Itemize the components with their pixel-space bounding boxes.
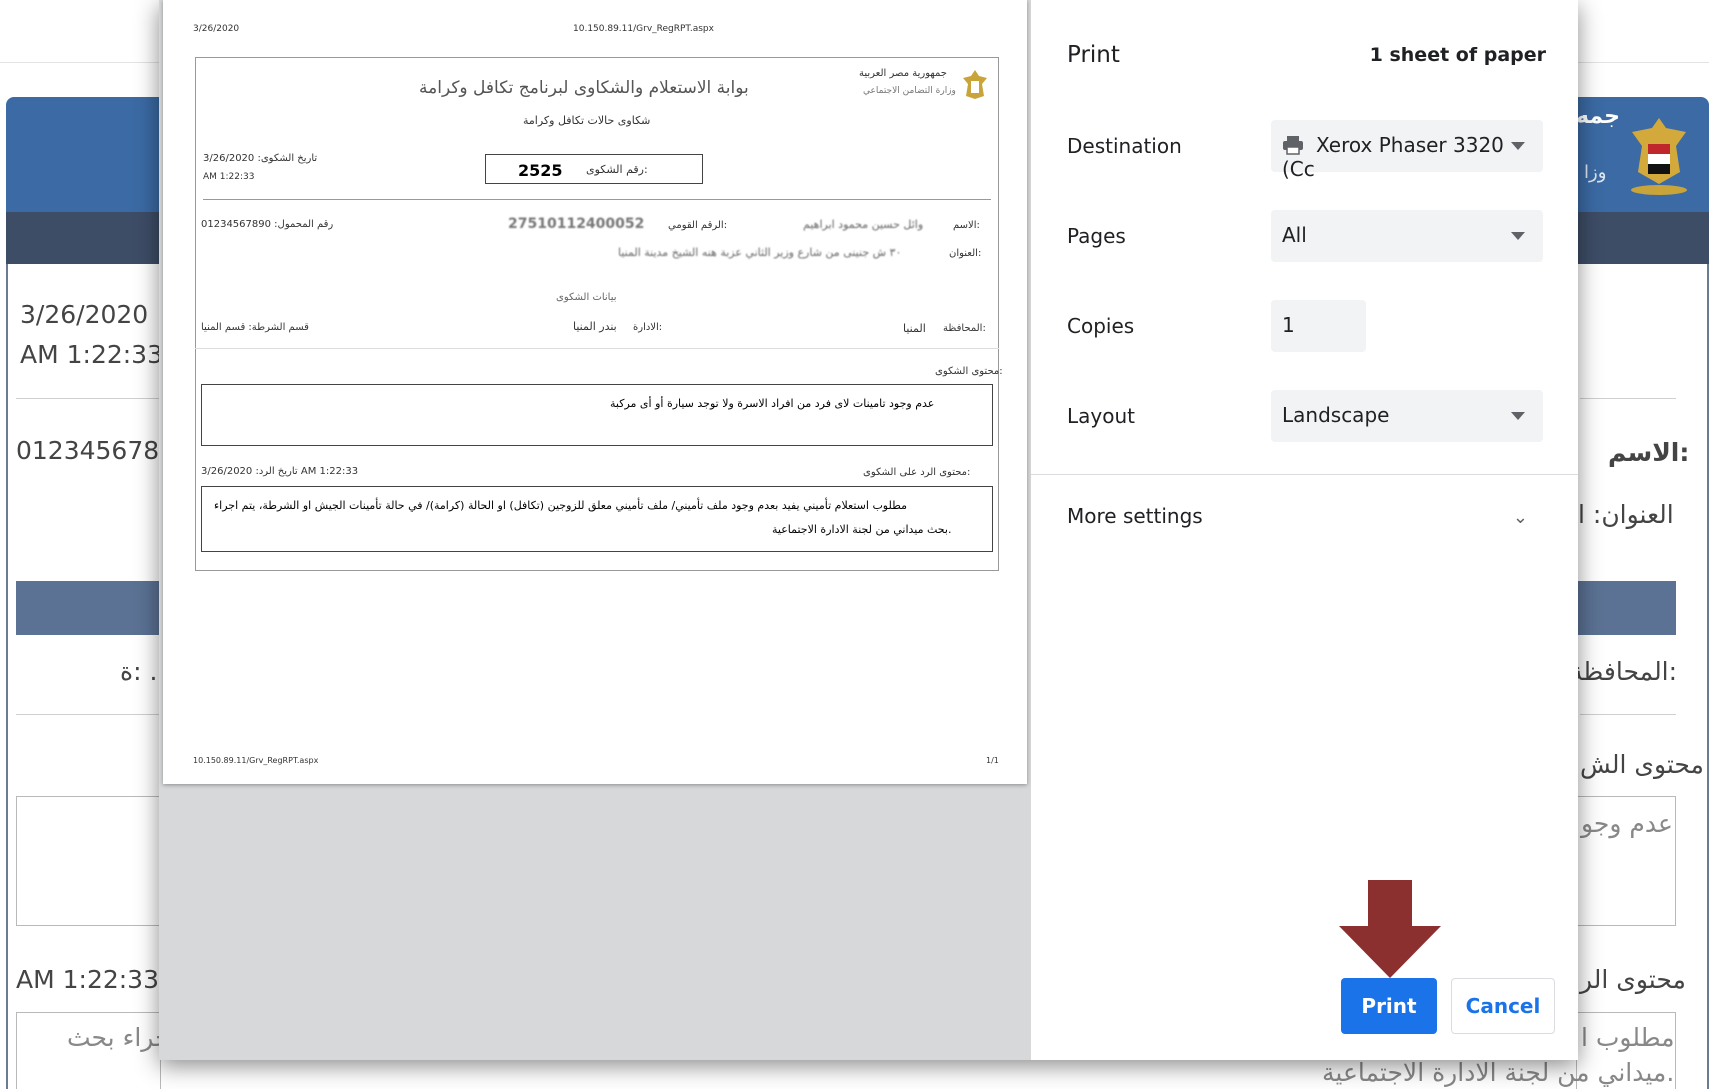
- screen: جمه وزا 3/26/2020 :ى AM 1:22:33 01234567…: [0, 0, 1709, 1089]
- divider: [16, 714, 159, 715]
- print-button[interactable]: Print: [1341, 978, 1437, 1034]
- printer-icon: [1283, 136, 1303, 155]
- preview-header-date: 3/26/2020: [193, 24, 240, 34]
- reply-date: AM 1:22:33 3: [16, 965, 183, 994]
- complaint-number-box: 2525 رقم الشكوى:: [485, 154, 703, 184]
- print-preview-page: 3/26/2020 10.150.89.11/Grv_RegRPT.aspx ج…: [163, 0, 1027, 784]
- copies-label: Copies: [1067, 314, 1135, 338]
- report-content-text: عدم وجود تامينات لاى فرد من افراد الاسرة…: [610, 397, 935, 410]
- content-textarea[interactable]: عدم وجو: [1576, 796, 1676, 926]
- report-reply-date: تاريخ الرد: 3/26/2020 AM 1:22:33: [201, 466, 359, 477]
- report-title: بوابة الاستعلام والشكاوى لبرنامج تكافل و…: [419, 78, 749, 98]
- dialog-title: Print: [1067, 42, 1120, 68]
- dropdown-arrow-icon: [1511, 142, 1525, 150]
- report-content-box: عدم وجود تامينات لاى فرد من افراد الاسرة…: [201, 384, 993, 446]
- report-admin-value: بندر المنيا: [573, 320, 617, 333]
- partial-field: ة: .: [120, 657, 158, 686]
- print-settings-pane: Print 1 sheet of paper Destination Xerox…: [1031, 0, 1578, 1060]
- site-header-subtitle: وزا: [1584, 162, 1607, 183]
- pages-select[interactable]: All: [1271, 210, 1543, 262]
- dropdown-arrow-icon: [1511, 412, 1525, 420]
- report-reply-line2: بحث ميداني من لجنة الادارة الاجتماعية.: [772, 523, 952, 536]
- content-label: محتوى الش: [1580, 750, 1704, 779]
- divider: [1580, 398, 1676, 399]
- chevron-down-icon[interactable]: ⌄: [1513, 507, 1528, 528]
- site-header-title: جمه: [1576, 104, 1620, 129]
- content-textarea-left: [16, 796, 161, 926]
- report-logo-icon: [963, 70, 987, 99]
- governorate-label: المحافظة:: [1570, 657, 1678, 686]
- report-name-label: الاسم:: [953, 220, 980, 231]
- reply-text-bottom: ميداني من لجنة الادارة الاجتماعية.: [1322, 1058, 1675, 1087]
- report-reply-label: محتوى الرد على الشكوى:: [863, 467, 971, 478]
- reply-textarea-left: جراء بحث: [16, 1012, 171, 1089]
- report-address: ٣٠ ش جنينى من شارع وزير الثاني عزبة هنه …: [618, 246, 902, 259]
- print-preview-pane: 3/26/2020 10.150.89.11/Grv_RegRPT.aspx ج…: [159, 0, 1031, 1060]
- divider: [16, 398, 159, 399]
- report-subtitle: شكاوى حالات تكافل وكرامة: [523, 114, 651, 127]
- report-address-label: العنوان:: [949, 248, 982, 259]
- more-settings-toggle[interactable]: More settings: [1067, 504, 1203, 528]
- report-org-line1: جمهورية مصر العربية: [859, 68, 947, 79]
- layout-select[interactable]: Landscape: [1271, 390, 1543, 442]
- reply-text-left: جراء بحث: [67, 1023, 171, 1052]
- copies-value: 1: [1282, 313, 1295, 337]
- report-mobile: رقم المحمول: 01234567890: [201, 219, 334, 230]
- settings-divider: [1031, 474, 1578, 475]
- report-data-heading: بيانات الشكوى: [556, 292, 617, 303]
- report-governorate-label: المحافظة:: [943, 323, 986, 334]
- destination-value: Xerox Phaser 3320 (Cc: [1282, 133, 1504, 181]
- preview-footer-url: 10.150.89.11/Grv_RegRPT.aspx: [193, 756, 319, 765]
- preview-footer-page: 1/1: [986, 756, 999, 765]
- layout-value: Landscape: [1282, 403, 1390, 427]
- report-reply-box: مطلوب استعلام تأميني يفيد بعدم وجود ملف …: [201, 486, 993, 552]
- report-police: قسم الشرطة: قسم المنيا: [201, 322, 309, 333]
- report-national-id-label: الرقم القومي:: [668, 220, 728, 231]
- reply-text-right: مطلوب ا: [1581, 1023, 1675, 1052]
- divider: [195, 348, 999, 349]
- red-down-arrow-icon: [1339, 880, 1441, 978]
- divider: [203, 199, 991, 200]
- complaint-time: AM 1:22:33: [20, 340, 163, 369]
- content-text: عدم وجو: [1581, 809, 1673, 838]
- report-org-line2: وزارة التضامن الاجتماعي: [863, 86, 956, 96]
- layout-label: Layout: [1067, 404, 1135, 428]
- report-name: وائل حسين محمود ابراهيم: [803, 218, 924, 231]
- report-content-label: محتوى الشكوى:: [935, 366, 1003, 377]
- egypt-eagle-logo-icon: [1631, 118, 1687, 195]
- report-governorate-value: المنيا: [903, 322, 926, 335]
- copies-input[interactable]: 1: [1271, 300, 1366, 352]
- complaint-number-label: رقم الشكوى:: [586, 163, 648, 176]
- reply-label: محتوى الر: [1580, 965, 1686, 994]
- pages-value: All: [1282, 223, 1307, 247]
- preview-header-url: 10.150.89.11/Grv_RegRPT.aspx: [573, 24, 714, 34]
- report-admin-label: الادارة:: [633, 322, 663, 333]
- destination-label: Destination: [1067, 134, 1182, 158]
- dropdown-arrow-icon: [1511, 232, 1525, 240]
- complaint-number: 2525: [518, 161, 563, 180]
- report-national-id: 27510112400052: [508, 216, 645, 232]
- name-label: الاسم:: [1608, 438, 1690, 467]
- sheet-count: 1 sheet of paper: [1369, 44, 1546, 66]
- divider: [1580, 714, 1676, 715]
- address-label: العنوان: ا: [1578, 500, 1674, 529]
- cancel-button[interactable]: Cancel: [1451, 978, 1555, 1034]
- pages-label: Pages: [1067, 224, 1126, 248]
- destination-select[interactable]: Xerox Phaser 3320 (Cc: [1271, 120, 1543, 181]
- report-date: تاريخ الشكوى: 3/26/2020: [203, 153, 318, 164]
- report-time: AM 1:22:33: [203, 172, 255, 182]
- report-reply-line1: مطلوب استعلام تأميني يفيد بعدم وجود ملف …: [214, 499, 908, 512]
